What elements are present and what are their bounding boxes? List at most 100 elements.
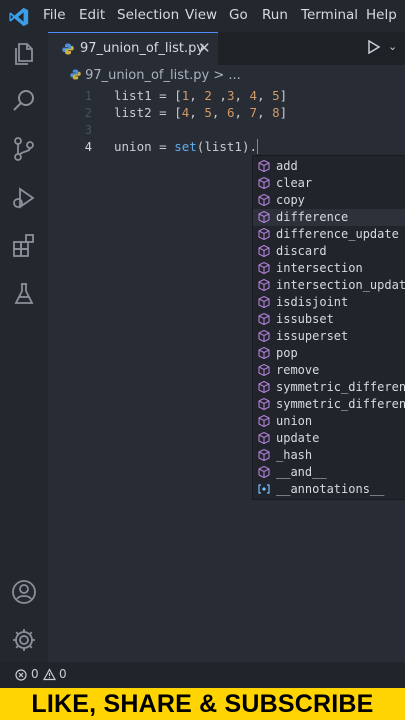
- line-number: 3: [84, 123, 92, 137]
- suggestion-label: union: [276, 414, 313, 428]
- vscode-logo-icon: [9, 7, 29, 27]
- python-file-icon: [70, 69, 81, 80]
- method-cube-icon: [258, 465, 270, 479]
- suggestion-item[interactable]: issubset: [253, 311, 405, 328]
- accounts-icon[interactable]: [10, 578, 38, 606]
- suggestion-item[interactable]: symmetric_difference: [253, 379, 405, 396]
- suggestion-label: discard: [276, 244, 327, 258]
- python-file-icon: [62, 43, 74, 55]
- breadcrumb: 97_union_of_list.py > ...: [70, 68, 241, 83]
- method-cube-icon: [258, 295, 270, 309]
- suggestion-label: intersection: [276, 261, 363, 275]
- breadcrumb-more[interactable]: ...: [228, 68, 240, 83]
- tab-bar: 97_union_of_list.py ✕: [48, 32, 405, 65]
- suggestion-item[interactable]: pop: [253, 345, 405, 362]
- method-cube-icon: [258, 210, 270, 224]
- method-cube-icon: [258, 244, 270, 258]
- menu-selection[interactable]: Selection: [117, 7, 179, 23]
- warning-count[interactable]: 0: [59, 667, 67, 681]
- method-cube-icon: [258, 159, 270, 173]
- error-icon[interactable]: [15, 669, 27, 681]
- suggestion-item[interactable]: update: [253, 430, 405, 447]
- menu-run[interactable]: Run: [262, 7, 288, 23]
- method-cube-icon: [258, 193, 270, 207]
- activity-bar: [0, 32, 48, 662]
- subscribe-banner: LIKE, SHARE & SUBSCRIBE: [0, 688, 405, 720]
- breadcrumb-file[interactable]: 97_union_of_list.py: [85, 68, 209, 83]
- breadcrumb-separator: >: [213, 68, 225, 83]
- suggestion-item[interactable]: issuperset: [253, 328, 405, 345]
- method-cube-icon: [258, 380, 270, 394]
- method-cube-icon: [258, 414, 270, 428]
- tab-97-union-of-list[interactable]: 97_union_of_list.py ✕: [48, 32, 218, 65]
- source-control-icon[interactable]: [10, 135, 38, 163]
- suggestion-label: difference: [276, 210, 349, 224]
- error-count[interactable]: 0: [31, 667, 39, 681]
- suggestion-item[interactable]: discard: [253, 243, 405, 260]
- text-cursor: [257, 139, 259, 154]
- suggestion-item[interactable]: __and__: [253, 464, 405, 481]
- menu-edit[interactable]: Edit: [79, 7, 105, 23]
- method-cube-icon: [258, 176, 270, 190]
- run-file-icon[interactable]: [367, 40, 381, 54]
- suggestion-item[interactable]: _hash: [253, 447, 405, 464]
- suggestion-label: pop: [276, 346, 298, 360]
- settings-gear-icon[interactable]: [10, 626, 38, 654]
- menu-terminal[interactable]: Terminal: [301, 7, 358, 23]
- method-cube-icon: [258, 261, 270, 275]
- explorer-icon[interactable]: [10, 40, 38, 68]
- method-cube-icon: [258, 397, 270, 411]
- suggestion-item[interactable]: remove: [253, 362, 405, 379]
- suggestion-label: _hash: [276, 448, 313, 462]
- extensions-icon[interactable]: [10, 232, 38, 260]
- line-number: 2: [84, 106, 92, 120]
- code-line-4: union = set(list1).: [114, 139, 259, 154]
- suggestion-item[interactable]: symmetric_difference_update: [253, 396, 405, 413]
- autocomplete-suggestion-list[interactable]: add clear copy difference difference_updated…: [252, 155, 405, 500]
- search-icon[interactable]: [10, 87, 38, 115]
- menu-go[interactable]: Go: [229, 7, 248, 23]
- suggestion-label: symmetric_difference: [276, 380, 405, 394]
- suggestion-item[interactable]: intersection: [253, 260, 405, 277]
- chevron-down-icon[interactable]: ⌄: [388, 40, 397, 53]
- suggestion-label: symmetric_difference_update: [276, 397, 405, 411]
- suggestion-item[interactable]: difference: [253, 209, 405, 226]
- method-cube-icon: [258, 329, 270, 343]
- menu-file[interactable]: File: [43, 7, 66, 23]
- banner-text: LIKE, SHARE & SUBSCRIBE: [31, 690, 374, 718]
- line-number-active: 4: [84, 140, 92, 154]
- suggestion-label: difference_update: [276, 227, 399, 241]
- method-cube-icon: [258, 448, 270, 462]
- suggestion-item[interactable]: clear: [253, 175, 405, 192]
- method-cube-icon: [258, 431, 270, 445]
- suggestion-label: clear: [276, 176, 313, 190]
- menu-bar: File Edit Selection View Go Run Terminal…: [0, 0, 405, 32]
- suggestion-item[interactable]: intersection_update: [253, 277, 405, 294]
- tab-label: 97_union_of_list.py: [80, 41, 205, 56]
- code-line-1: list1 = [1, 2 ,3, 4, 5]: [114, 88, 288, 103]
- suggestion-item[interactable]: __annotations__: [253, 481, 405, 498]
- method-cube-icon: [258, 346, 270, 360]
- suggestion-label: __and__: [276, 465, 327, 479]
- run-debug-icon[interactable]: [10, 184, 38, 212]
- suggestion-label: copy: [276, 193, 305, 207]
- method-cube-icon: [258, 227, 270, 241]
- suggestion-item[interactable]: isdisjoint: [253, 294, 405, 311]
- suggestion-label: add: [276, 159, 298, 173]
- suggestion-label: intersection_update: [276, 278, 405, 292]
- suggestion-item[interactable]: difference_update: [253, 226, 405, 243]
- close-icon[interactable]: ✕: [198, 39, 211, 57]
- warning-icon[interactable]: [43, 668, 56, 681]
- suggestion-label: update: [276, 431, 320, 445]
- suggestion-label: issuperset: [276, 329, 349, 343]
- menu-help[interactable]: Help: [366, 7, 397, 23]
- line-number: 1: [84, 89, 92, 103]
- suggestion-label: isdisjoint: [276, 295, 349, 309]
- suggestion-item[interactable]: copy: [253, 192, 405, 209]
- menu-view[interactable]: View: [185, 7, 217, 23]
- suggestion-item[interactable]: union: [253, 413, 405, 430]
- testing-flask-icon[interactable]: [10, 280, 38, 308]
- field-icon: [258, 484, 270, 494]
- suggestion-item[interactable]: add: [253, 158, 405, 175]
- method-cube-icon: [258, 363, 270, 377]
